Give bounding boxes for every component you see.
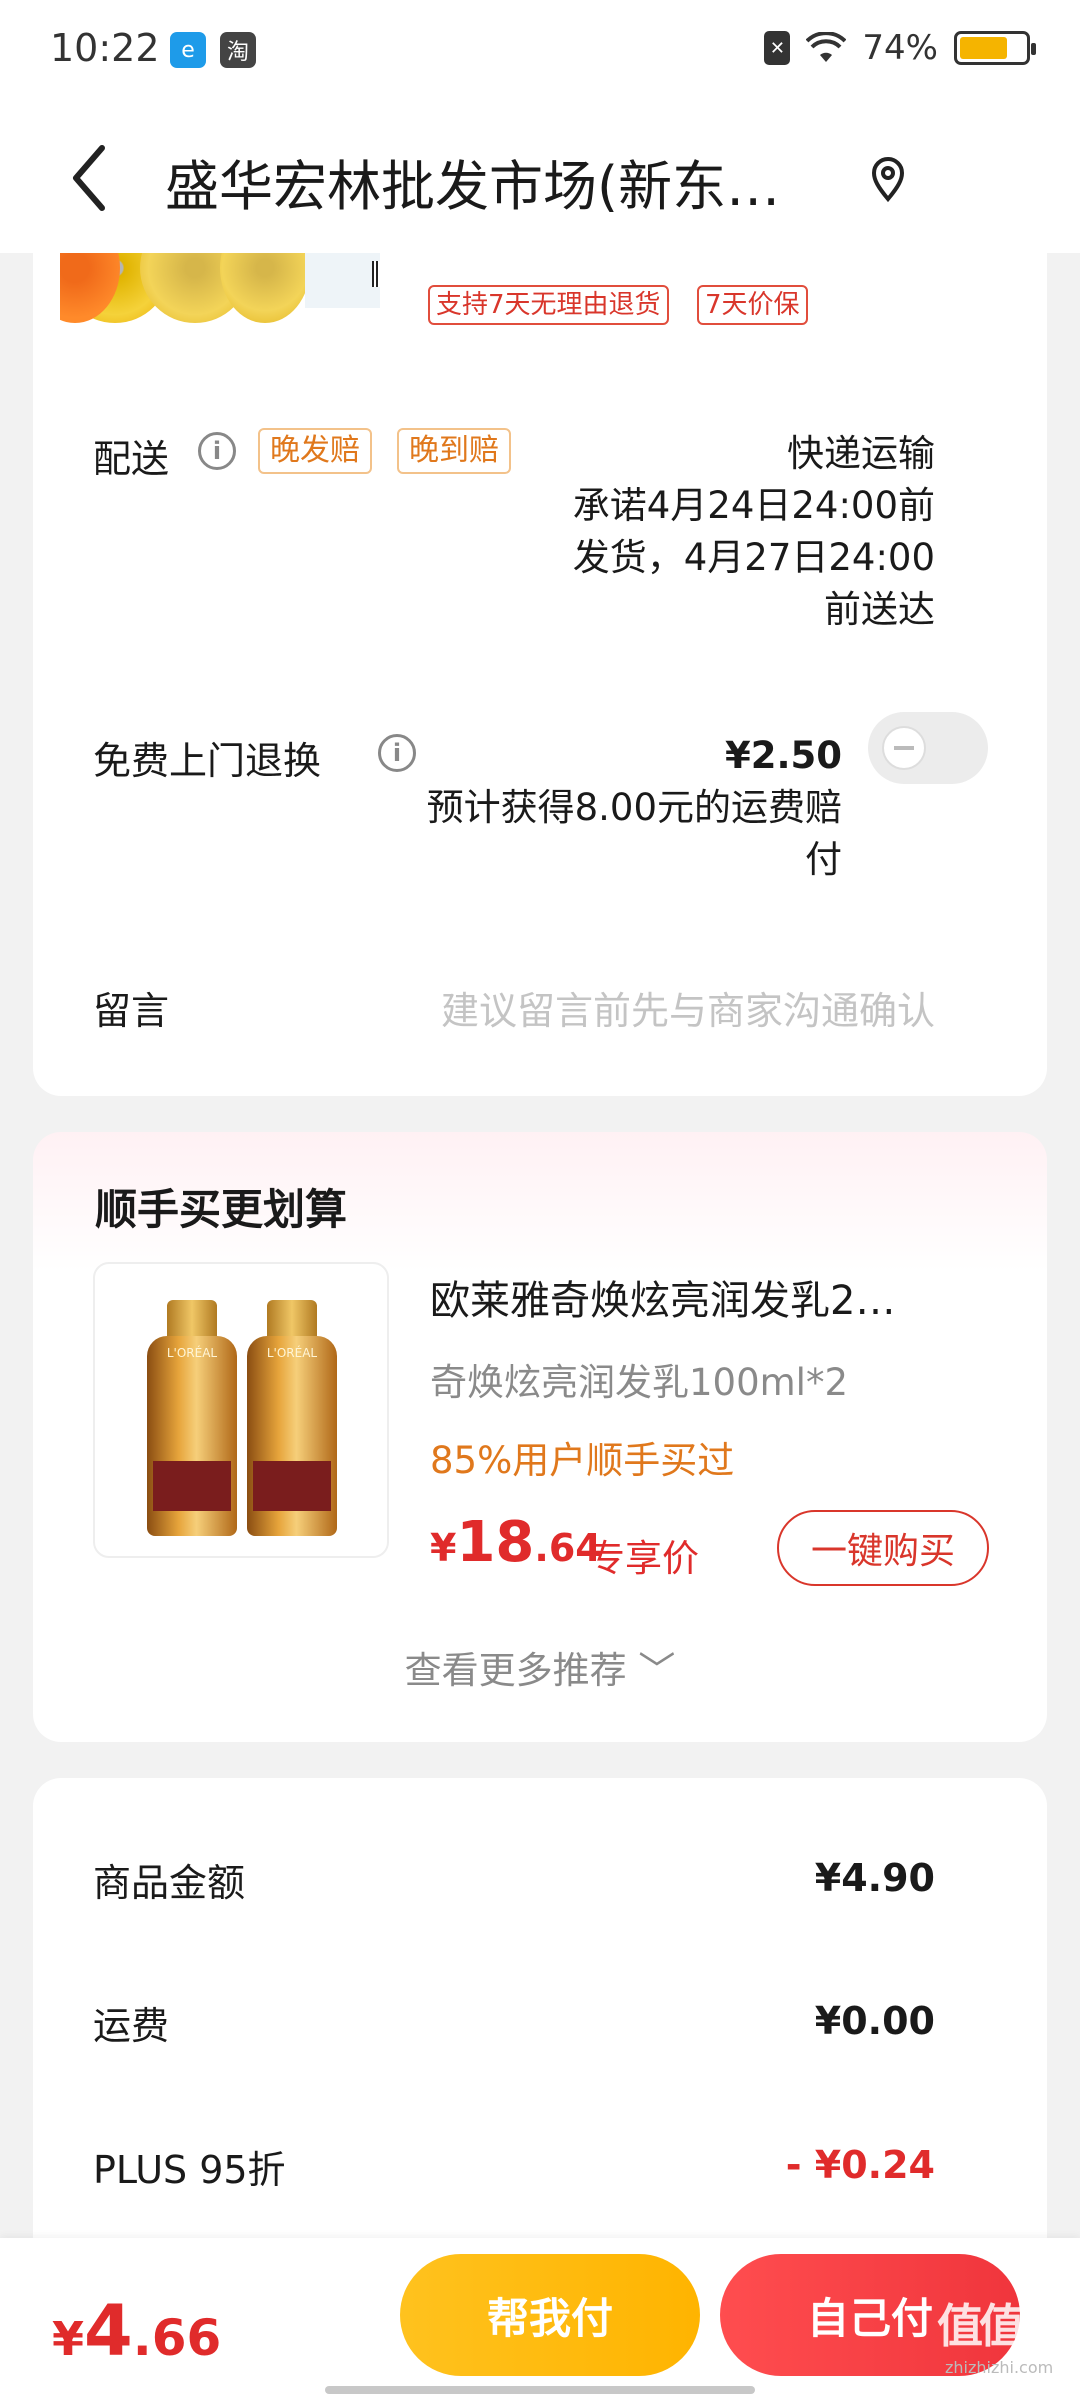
recommended-product-price: ¥18.64: [430, 1510, 602, 1575]
page-header: 盛华宏林批发市场(新东…: [0, 100, 1080, 253]
order-details-card: [33, 253, 1047, 1096]
product-roll-yellow-3: [220, 253, 310, 323]
total-symbol: ¥: [52, 2312, 85, 2366]
delivery-info-icon[interactable]: i: [198, 432, 236, 470]
barcode: [372, 261, 380, 287]
delivery-info[interactable]: 快递运输 承诺4月24日24:00前 发货，4月27日24:00 前送达: [573, 428, 935, 636]
delivery-method: 快递运输: [787, 432, 935, 475]
status-bar: 10:22 e 淘 ✕ 74%: [0, 0, 1080, 100]
taobao-app-icon: 淘: [220, 32, 256, 68]
late-arrival-compensation-tag: 晚到赔: [397, 428, 511, 474]
return-service-price: ¥2.50: [724, 734, 842, 777]
price-protect-tag: 7天价保: [697, 285, 808, 325]
status-right: ✕ 74%: [764, 28, 1036, 68]
ask-friend-pay-button[interactable]: 帮我付: [400, 2254, 700, 2376]
one-click-buy-button[interactable]: 一键购买: [777, 1510, 989, 1586]
recommended-product-popularity: 85%用户顺手买过: [430, 1439, 735, 1482]
bottle-right: L'ORÉAL: [247, 1300, 337, 1536]
return-service-info: ¥2.50 预计获得8.00元的运费赔 付: [427, 730, 842, 886]
price-symbol: ¥: [430, 1526, 457, 1570]
product-brand-logo-2: L'ORÉAL: [266, 1346, 318, 1360]
battery-icon: [954, 31, 1036, 65]
return-service-note-1: 预计获得8.00元的运费赔: [426, 786, 842, 829]
no-sim-icon: ✕: [764, 31, 791, 65]
recommended-product-spec: 奇焕炫亮润发乳100ml*2: [430, 1361, 848, 1404]
battery-percent: 74%: [862, 28, 938, 68]
more-recommendations-link[interactable]: 查看更多推荐 ﹀: [0, 1640, 1080, 1694]
plus-discount-label: PLUS 95折: [93, 2148, 286, 2192]
total-price: ¥4.66: [52, 2290, 221, 2372]
watermark-logo: 值值值: [937, 2299, 1067, 2353]
late-ship-compensation-tag: 晚发赔: [258, 428, 372, 474]
exclusive-price-label: 专享价: [588, 1537, 699, 1580]
recommendation-title: 顺手买更划算: [95, 1185, 348, 1234]
product-brand-logo: L'ORÉAL: [166, 1346, 218, 1360]
battery-level-fill: [960, 37, 1008, 59]
goods-amount-label: 商品金额: [93, 1861, 246, 1905]
total-integer: 4: [84, 2290, 133, 2372]
product-image[interactable]: [60, 253, 380, 343]
recommended-product-name[interactable]: 欧莱雅奇焕炫亮润发乳2…: [430, 1268, 970, 1326]
delivery-promise-1: 承诺4月24日24:00前: [572, 484, 935, 527]
back-arrow-icon[interactable]: [62, 140, 118, 216]
return-info-icon[interactable]: i: [378, 734, 416, 772]
return-service-toggle[interactable]: [868, 712, 988, 784]
delivery-promise-2: 发货，4月27日24:00: [572, 536, 935, 579]
message-input[interactable]: 建议留言前先与商家沟通确认: [375, 980, 935, 1035]
location-pin-icon[interactable]: [868, 155, 908, 203]
store-address-title[interactable]: 盛华宏林批发市场(新东…: [165, 142, 855, 221]
status-time: 10:22: [50, 26, 160, 70]
recommended-product-image[interactable]: L'ORÉAL L'ORÉAL: [93, 1262, 389, 1558]
plus-discount-value: - ¥0.24: [785, 2143, 935, 2187]
wifi-icon: [806, 32, 847, 62]
no-reason-return-tag: 支持7天无理由退货: [428, 285, 669, 325]
shipping-fee-value: ¥0.00: [814, 1999, 935, 2043]
shipping-fee-label: 运费: [93, 2004, 170, 2048]
home-indicator[interactable]: [325, 2386, 755, 2394]
message-label: 留言: [93, 989, 170, 1033]
delivery-label: 配送: [93, 437, 170, 481]
toggle-knob: [882, 726, 926, 770]
return-service-label: 免费上门退换: [93, 739, 322, 783]
goods-amount-value: ¥4.90: [814, 1856, 935, 1900]
price-integer: 18: [456, 1510, 535, 1575]
total-decimal: .66: [132, 2309, 222, 2367]
browser-app-icon: e: [170, 32, 206, 68]
bottle-left: L'ORÉAL: [147, 1300, 237, 1536]
return-service-note-2: 付: [805, 838, 842, 881]
product-label: [305, 253, 380, 308]
delivery-promise-3: 前送达: [824, 588, 935, 631]
watermark-url: zhizhizhi.com: [945, 2358, 1054, 2377]
